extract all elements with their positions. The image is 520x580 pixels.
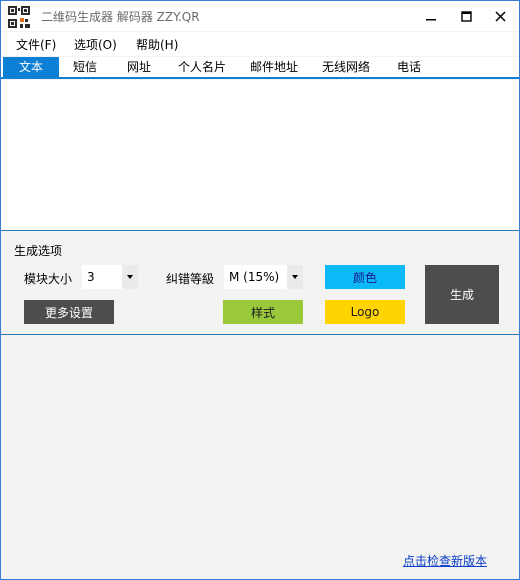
qr-app-icon — [8, 6, 30, 28]
tab-url[interactable]: 网址 — [115, 57, 163, 77]
color-button[interactable]: 颜色 — [325, 265, 405, 289]
menu-file[interactable]: 文件(F) — [16, 36, 56, 53]
qr-preview-area — [1, 335, 519, 579]
more-settings-button[interactable]: 更多设置 — [24, 300, 114, 324]
app-window: 二维码生成器 解码器 ZZY.QR 文件(F) 选项(O) 帮助(H) 文本 短… — [0, 0, 520, 580]
maximize-icon — [460, 10, 472, 22]
chevron-down-icon — [287, 265, 303, 289]
generate-options-title: 生成选项 — [14, 244, 63, 258]
error-correction-label: 纠错等級 — [166, 272, 215, 286]
style-button[interactable]: 样式 — [223, 300, 303, 324]
module-size-value: 3 — [87, 270, 95, 284]
close-button[interactable] — [483, 1, 517, 31]
minimize-button[interactable] — [414, 1, 448, 31]
title-bar: 二维码生成器 解码器 ZZY.QR — [1, 1, 519, 31]
tab-phone[interactable]: 电话 — [389, 57, 429, 77]
tab-strip: 文本 短信 网址 个人名片 邮件地址 无线网络 电话 — [1, 57, 519, 79]
chevron-down-icon — [122, 265, 138, 289]
error-correction-value: M (15%) — [229, 270, 280, 284]
close-icon — [494, 10, 506, 22]
menu-bar: 文件(F) 选项(O) 帮助(H) — [1, 32, 519, 56]
menu-options[interactable]: 选项(O) — [74, 36, 117, 53]
module-size-label: 模块大小 — [24, 272, 73, 286]
tab-email[interactable]: 邮件地址 — [243, 57, 305, 77]
menu-help[interactable]: 帮助(H) — [136, 36, 178, 53]
tab-text[interactable]: 文本 — [3, 57, 59, 77]
window-title: 二维码生成器 解码器 ZZY.QR — [41, 10, 200, 24]
generate-button[interactable]: 生成 — [425, 265, 499, 324]
divider — [1, 230, 519, 231]
check-update-link[interactable]: 点击检查新版本 — [403, 552, 487, 569]
tab-wifi[interactable]: 无线网络 — [315, 57, 377, 77]
module-size-select[interactable]: 3 — [82, 265, 138, 289]
error-correction-select[interactable]: M (15%) — [224, 265, 303, 289]
minimize-icon — [426, 19, 436, 21]
tab-business-card[interactable]: 个人名片 — [171, 57, 233, 77]
logo-button[interactable]: Logo — [325, 300, 405, 324]
tab-sms[interactable]: 短信 — [61, 57, 109, 77]
maximize-button[interactable] — [449, 1, 483, 31]
content-text-input[interactable] — [1, 80, 519, 230]
